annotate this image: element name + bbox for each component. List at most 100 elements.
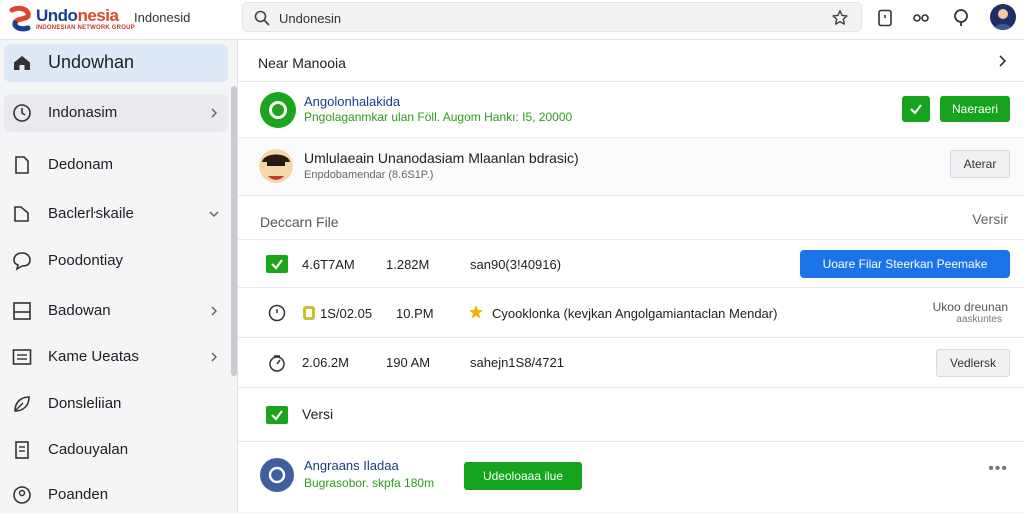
sidebar-item-home[interactable]: Undowhan [4, 44, 228, 82]
item-subtitle: Enpdobamendar (8.6S1P.) [304, 169, 434, 181]
sidebar-item-dedonam[interactable]: Dedonam [4, 146, 228, 184]
app-title: Indonesid [134, 10, 191, 25]
sidebar-item-indonasim[interactable]: Indonasim [4, 94, 228, 132]
cell-size: 10.PM [396, 306, 434, 321]
sidebar-item-badowan[interactable]: Badowan [4, 292, 228, 330]
sidebar-item-label: Baclerŀskaile [48, 205, 134, 222]
checkbox-checked[interactable] [266, 406, 288, 424]
search-input[interactable] [279, 8, 819, 28]
tablet-icon[interactable] [874, 7, 896, 29]
list-icon [12, 349, 32, 365]
sidebar: Undowhan Indonasim Dedonam Baclerŀskaile… [0, 40, 238, 512]
list-item[interactable]: Umlulaeain Unanodasiam Mlaanlan bdrasic)… [238, 138, 1024, 196]
cell-time: 2.06.2M [302, 355, 349, 370]
file-icon [15, 441, 29, 459]
search-bar[interactable] [242, 2, 862, 32]
user-icon [13, 486, 31, 504]
link-icon[interactable] [910, 7, 932, 29]
sidebar-item-kame-ueatas[interactable]: Kame Ueatas [4, 338, 228, 376]
sidebar-item-label: Kame Ueatas [48, 348, 139, 365]
table-row[interactable]: 4.6T7AM 1.282M san90(3!40916) Uoare Fila… [238, 240, 1024, 288]
logo-mark-icon [9, 5, 31, 32]
list-item[interactable]: Angraans Iladaa Bugrasobor. skpfa 180m U… [238, 442, 1024, 512]
item-subtitle: Bugrasobor. skpfa 180m [304, 476, 435, 490]
action-text[interactable]: Ukoo dreunan [933, 300, 1008, 314]
checkbox-checked[interactable] [266, 255, 288, 273]
avatar[interactable] [990, 4, 1016, 30]
timer-icon [269, 355, 285, 372]
help-icon[interactable] [950, 7, 972, 29]
sidebar-item-label: Poodontiay [48, 252, 124, 269]
clock-icon [13, 104, 31, 122]
item-title: Angolonhalakida [304, 94, 401, 109]
sidebar-item-poodontiay[interactable]: Poodontiay [4, 242, 228, 280]
document-icon [15, 156, 29, 174]
cell-name: sahejn1S8/4721 [470, 355, 564, 370]
more-options-icon[interactable]: ••• [988, 460, 1008, 478]
cell-size: 1.282M [386, 257, 430, 272]
primary-file-button[interactable]: Uoare Filar Steerkan Peemake [800, 250, 1010, 278]
sidebar-item-label: Cadouyalan [48, 441, 129, 458]
version-label: Versi [302, 406, 334, 422]
sidebar-item-label: Undowhan [48, 52, 135, 72]
logo-text: Undonesia [36, 6, 119, 25]
item-title: Umlulaeain Unanodasiam Mlaanlan bdrasic) [304, 150, 579, 166]
bookmark-star-icon[interactable] [831, 9, 849, 27]
cell-name: san90(3!40916) [470, 257, 562, 272]
secondary-button[interactable]: Aterar [950, 150, 1010, 178]
sidebar-item-cadouyalan[interactable]: Cadouyalan [4, 431, 228, 469]
cell-name: Cyooklonka (kevjkan Angolgamiantaclan Me… [492, 306, 778, 321]
star-icon[interactable] [468, 304, 484, 320]
search-icon [254, 10, 270, 26]
sidebar-item-label: Indonasim [48, 104, 118, 121]
status-circle-icon [260, 92, 296, 128]
item-title: Angraans Iladaa [304, 458, 399, 473]
approve-button[interactable] [902, 96, 930, 122]
sidebar-item-baclerskaile[interactable]: Baclerŀskaile [4, 195, 228, 233]
check-icon [910, 104, 922, 115]
item-subtitle: Pngolaganmkar ulan Föll. Augom Hankı: I5… [304, 110, 573, 124]
sidebar-scrollbar[interactable] [231, 86, 237, 376]
folder-icon [14, 206, 29, 222]
cell-size: 190 AM [386, 355, 431, 370]
leaf-icon [14, 396, 30, 412]
home-icon [14, 56, 30, 70]
chevron-down-icon [209, 211, 219, 218]
section-heading: Deccarn File [260, 214, 339, 230]
chat-avatar-icon [260, 458, 294, 492]
logo-tagline: INDONESIAN NETWORK GROUP [36, 25, 135, 31]
sidebar-item-poanden[interactable]: Poanden [4, 476, 228, 514]
logo[interactable]: Undonesia INDONESIAN NETWORK GROUP [6, 4, 135, 36]
sidebar-item-label: Donsleliian [48, 395, 122, 412]
sidebar-item-label: Poanden [48, 486, 109, 503]
chevron-right-icon [211, 306, 218, 316]
sidebar-item-donsleliian[interactable]: Donsleliian [4, 385, 228, 423]
action-button[interactable]: Udeoloaaa ilue [464, 462, 582, 490]
secondary-button[interactable]: Vedlersk [936, 349, 1010, 377]
action-button[interactable]: Naeraeri [940, 96, 1010, 122]
table-row[interactable]: 2.06.2M 190 AM sahejn1S8/4721 Vedlersk [238, 338, 1024, 388]
cell-time: 4.6T7AM [302, 257, 355, 272]
clock-icon [268, 304, 286, 322]
list-item[interactable]: Versi [238, 388, 1024, 442]
chevron-right-icon [211, 352, 218, 362]
badge-icon [303, 306, 315, 320]
version-label: Versir [972, 211, 1008, 227]
chevron-right-icon [211, 108, 218, 118]
check-icon [271, 259, 283, 270]
list-item[interactable]: Angolonhalakida Pngolaganmkar ulan Föll.… [238, 82, 1024, 138]
panel-title: Near Manooia [258, 55, 346, 71]
check-icon [271, 410, 283, 421]
sidebar-item-label: Badowan [48, 302, 111, 319]
table-row[interactable]: 1S/02.05 10.PM Cyooklonka (kevjkan Angol… [238, 288, 1024, 338]
action-text: aaskuntes [956, 314, 1002, 325]
main-panel: Near Manooia Angolonhalakida Pngolaganmk… [238, 40, 1024, 512]
top-bar: Undonesia INDONESIAN NETWORK GROUP Indon… [0, 0, 1024, 40]
sidebar-item-label: Dedonam [48, 156, 114, 173]
layout-icon [13, 302, 31, 320]
files-header: Deccarn File Versir [238, 196, 1024, 240]
chat-icon [13, 252, 31, 271]
avatar [259, 149, 293, 183]
chevron-right-icon[interactable] [996, 54, 1010, 68]
cell-time: 1S/02.05 [320, 306, 373, 321]
